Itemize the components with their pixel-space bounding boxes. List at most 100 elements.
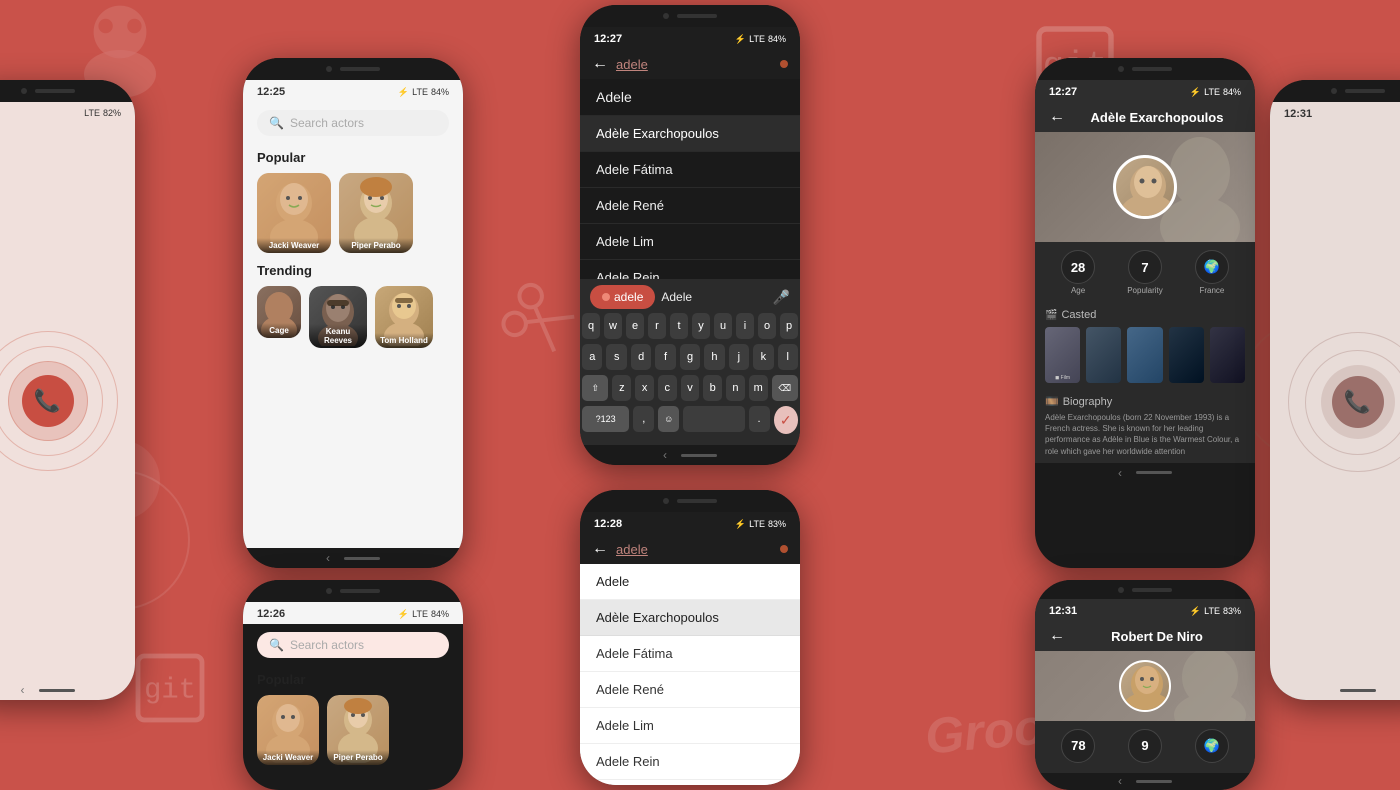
suggestion-adele-b[interactable]: Adele	[580, 564, 800, 600]
movie-thumb-1[interactable]: ◼ Film	[1045, 327, 1080, 383]
status-icons: ⚡ LTE 84%	[735, 34, 786, 45]
suggestion-adele-rein[interactable]: Adele Rein	[580, 260, 800, 279]
suggestion-adele-exarch-b[interactable]: Adèle Exarchopoulos	[580, 600, 800, 636]
key-e[interactable]: e	[626, 313, 644, 339]
battery-icon: 83%	[1223, 606, 1241, 616]
back-button[interactable]: ←	[592, 540, 608, 558]
wifi-icon: ⚡	[735, 519, 746, 530]
key-o[interactable]: o	[758, 313, 776, 339]
movie-thumb-4[interactable]	[1169, 327, 1204, 383]
key-p[interactable]: p	[780, 313, 798, 339]
microphone-icon[interactable]: 🎤	[773, 289, 790, 306]
film-icon: 🎞️	[1045, 395, 1059, 408]
key-l[interactable]: l	[778, 344, 798, 370]
popular-section-title: Popular	[243, 144, 463, 169]
back-button[interactable]: ←	[1049, 108, 1065, 126]
phone-top-bar	[1035, 580, 1255, 599]
key-c[interactable]: c	[658, 375, 677, 401]
wifi-icon: ⚡	[398, 87, 409, 98]
key-w[interactable]: w	[604, 313, 622, 339]
actor-card-cage-partial[interactable]: Cage	[257, 286, 301, 338]
actor-card-jacki[interactable]: Jacki Weaver	[257, 173, 331, 253]
key-r[interactable]: r	[648, 313, 666, 339]
battery-icon: 84%	[768, 34, 786, 44]
call-button[interactable]: 📞	[22, 375, 74, 427]
battery-icon: 82%	[103, 108, 121, 118]
nav-back[interactable]: ‹	[1118, 774, 1122, 788]
key-123[interactable]: ?123	[582, 406, 629, 432]
key-comma[interactable]: ,	[633, 406, 654, 432]
nav-back[interactable]: ‹	[1118, 466, 1122, 480]
key-shift[interactable]: ⇧	[582, 375, 609, 401]
key-backspace[interactable]: ⌫	[772, 375, 799, 401]
suggestion-adele[interactable]: Adele	[580, 79, 800, 116]
key-m[interactable]: m	[749, 375, 768, 401]
key-u[interactable]: u	[714, 313, 732, 339]
key-n[interactable]: n	[726, 375, 745, 401]
key-i[interactable]: i	[736, 313, 754, 339]
actor-card-jacki-b[interactable]: Jacki Weaver	[257, 695, 319, 765]
nav-home	[1136, 471, 1172, 474]
key-period[interactable]: .	[749, 406, 770, 432]
key-h[interactable]: h	[704, 344, 724, 370]
keyboard[interactable]: adele Adele 🎤 q w e r t y u i o p a	[580, 279, 800, 445]
back-button[interactable]: ←	[1049, 627, 1065, 645]
battery-icon: 84%	[1223, 87, 1241, 97]
key-g[interactable]: g	[680, 344, 700, 370]
key-f[interactable]: f	[655, 344, 675, 370]
popular-title-bottom: Popular	[243, 666, 463, 691]
key-emoji[interactable]: ☺	[658, 406, 679, 432]
key-d[interactable]: d	[631, 344, 651, 370]
back-search-text: adele	[616, 57, 648, 72]
phone-actor-detail: 12:27 ⚡ LTE 84% ← Adèle Exarchopoulos	[1035, 58, 1255, 568]
nav-home	[344, 557, 380, 560]
stat-age: 28 Age	[1061, 250, 1095, 295]
actor-card-piper-b[interactable]: Piper Perabo	[327, 695, 389, 765]
movie-thumb-5[interactable]	[1210, 327, 1245, 383]
robert-stat-age: 78	[1061, 729, 1095, 765]
key-y[interactable]: y	[692, 313, 710, 339]
actor-card-tom[interactable]: Tom Holland	[375, 286, 433, 348]
call-button-right[interactable]: 📞	[1332, 376, 1384, 428]
suggestion-adele-exarch[interactable]: Adèle Exarchopoulos	[580, 116, 800, 152]
key-q[interactable]: q	[582, 313, 600, 339]
key-z[interactable]: z	[612, 375, 631, 401]
key-t[interactable]: t	[670, 313, 688, 339]
keyboard-row-2: a s d f g h j k l	[582, 344, 798, 370]
key-send[interactable]: ✓	[774, 406, 799, 434]
actor-card-keanu[interactable]: Keanu Reeves	[309, 286, 367, 348]
suggestion-adele-fatima-b[interactable]: Adele Fátima	[580, 636, 800, 672]
robert-detail-header: ← Robert De Niro	[1035, 621, 1255, 651]
nav-back[interactable]: ‹	[326, 551, 330, 565]
movie-thumb-3[interactable]	[1127, 327, 1162, 383]
key-space[interactable]	[683, 406, 744, 432]
suggestion-adele-rein-b[interactable]: Adele Rein	[580, 744, 800, 780]
key-x[interactable]: x	[635, 375, 654, 401]
search-bar-bottom[interactable]: 🔍 Search actors	[257, 632, 449, 658]
key-v[interactable]: v	[681, 375, 700, 401]
suggestion-adele-rene[interactable]: Adele René	[580, 188, 800, 224]
movie-thumb-2[interactable]	[1086, 327, 1121, 383]
status-icons: ⚡ LTE 83%	[735, 519, 786, 530]
key-s[interactable]: s	[606, 344, 626, 370]
casted-section: Casted ◼ Film	[1035, 303, 1255, 389]
key-a[interactable]: a	[582, 344, 602, 370]
key-k[interactable]: k	[753, 344, 773, 370]
suggestion-adele-rene-b[interactable]: Adele René	[580, 672, 800, 708]
suggestion-adele-lim-b[interactable]: Adele Lim	[580, 708, 800, 744]
key-b[interactable]: b	[703, 375, 722, 401]
signal-icon: LTE	[1204, 87, 1220, 97]
suggestion-adele-lim[interactable]: Adele Lim	[580, 224, 800, 260]
key-j[interactable]: j	[729, 344, 749, 370]
trending-actors-grid: Cage Keanu Reeves	[243, 282, 463, 352]
suggestion-adele-keating-b[interactable]: Adele Keating	[580, 780, 800, 785]
actor-card-piper[interactable]: Piper Perabo	[339, 173, 413, 253]
biography-section: 🎞️ Biography Adèle Exarchopoulos (born 2…	[1035, 389, 1255, 463]
nav-back[interactable]: ‹	[663, 448, 667, 462]
phone-top-bar	[580, 5, 800, 27]
suggestion-adele-fatima[interactable]: Adele Fátima	[580, 152, 800, 188]
robert-age-value: 78	[1061, 729, 1095, 763]
search-bar[interactable]: 🔍 Search actors	[257, 110, 449, 136]
back-button[interactable]: ←	[592, 55, 608, 73]
nav-back[interactable]: ‹	[21, 683, 25, 697]
